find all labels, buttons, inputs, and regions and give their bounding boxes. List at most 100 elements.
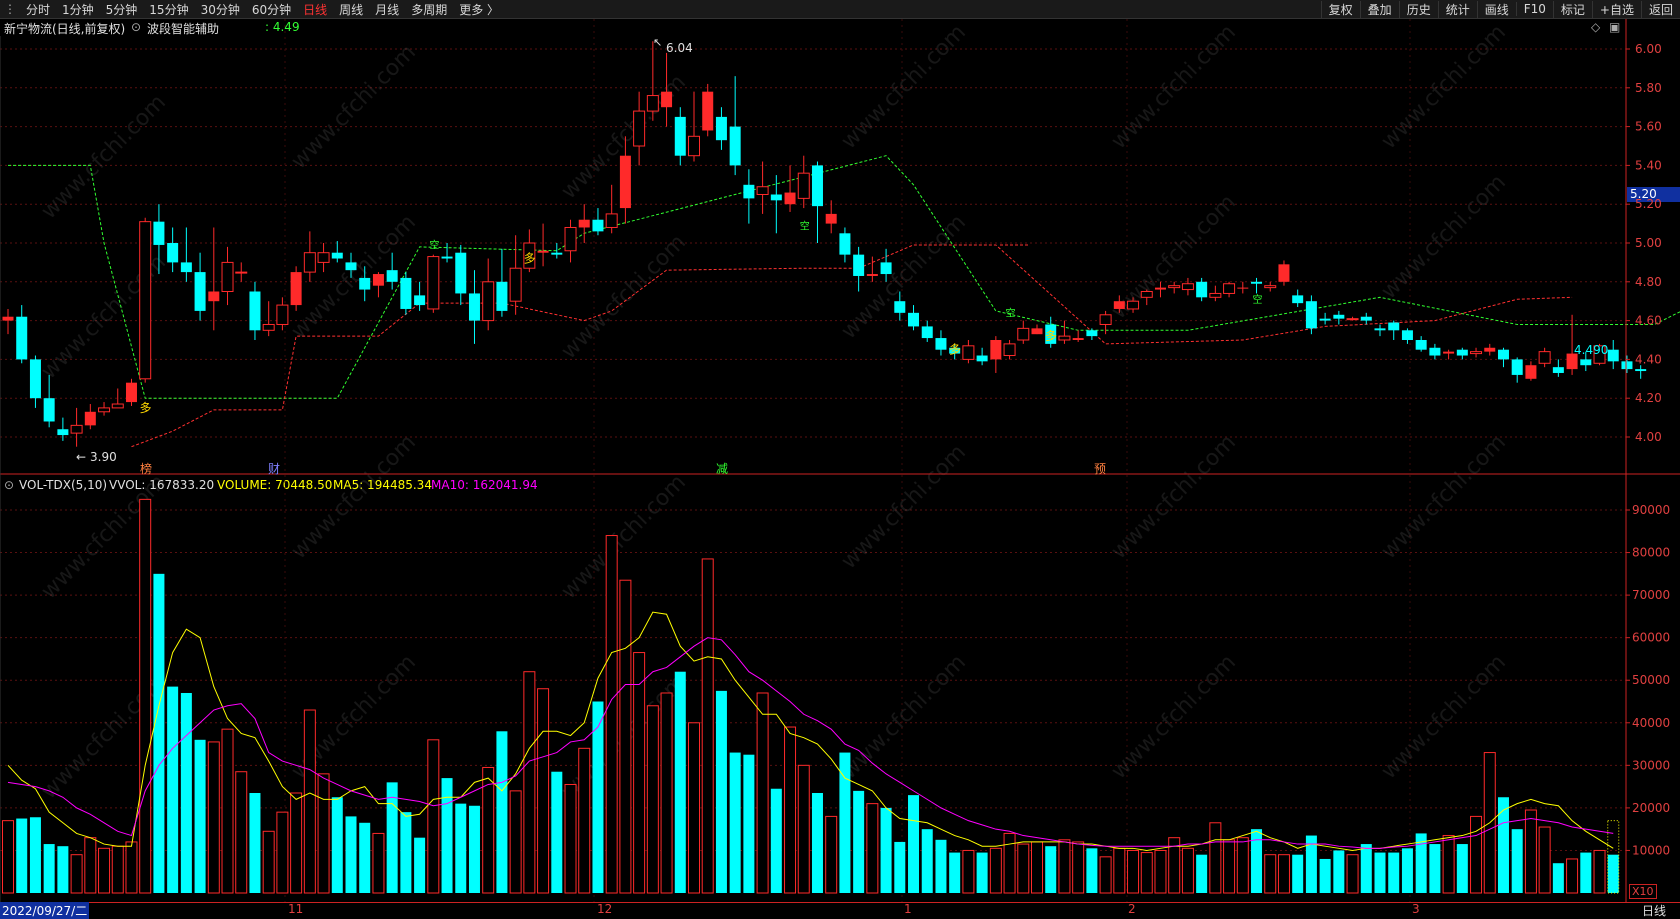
candle-body-down bbox=[976, 355, 988, 362]
volume-bar-down bbox=[1511, 829, 1523, 893]
candle-body-up bbox=[1168, 285, 1181, 289]
volume-bar-down bbox=[194, 739, 206, 893]
candle-body-down bbox=[894, 301, 906, 313]
volume-bar-down bbox=[770, 788, 782, 893]
volume-bar-up bbox=[235, 771, 248, 894]
candle-body-down bbox=[1374, 328, 1386, 331]
candle-body-up bbox=[1031, 328, 1043, 335]
candle-body-down bbox=[1292, 295, 1304, 304]
candle-body-down bbox=[1580, 359, 1592, 366]
volume-bar-up bbox=[962, 849, 975, 894]
candle-body-up bbox=[962, 345, 975, 360]
volume-bar-up bbox=[372, 832, 385, 894]
volume-bar-down bbox=[1045, 846, 1057, 893]
volume-bar-down bbox=[935, 839, 947, 893]
volume-bar-down bbox=[1552, 863, 1564, 893]
candle-body-down bbox=[57, 429, 69, 436]
candlesticks bbox=[2, 41, 1647, 447]
volume-bar-up bbox=[784, 726, 797, 894]
candle-body-down bbox=[1511, 359, 1523, 375]
volume-bar-up bbox=[537, 688, 550, 894]
price-tick-label: 5.40 bbox=[1635, 158, 1662, 172]
volume-bar-down bbox=[1374, 852, 1386, 893]
candle-body-down bbox=[1456, 349, 1468, 356]
price-tick-label: 5.00 bbox=[1635, 236, 1662, 250]
candle-body-down bbox=[551, 252, 563, 255]
volume-bar-down bbox=[29, 817, 41, 893]
candle-body-down bbox=[1552, 367, 1564, 373]
price-tick-label: 5.60 bbox=[1635, 120, 1662, 134]
candle-body-up bbox=[784, 192, 796, 205]
candle-body-down bbox=[441, 256, 453, 259]
volume-bar-up bbox=[2, 820, 14, 894]
candle-body-up bbox=[1264, 285, 1277, 289]
volume-bar-down bbox=[345, 816, 357, 893]
buy-signal-label: 多 bbox=[139, 401, 151, 415]
sell-signal-label: 空 bbox=[800, 219, 810, 232]
buy-signal-label: 多 bbox=[949, 343, 961, 357]
low-price-label: 3.90 bbox=[90, 450, 117, 464]
volume-bar-down bbox=[949, 852, 961, 893]
candle-body-down bbox=[1607, 349, 1619, 362]
watermark-text: www.cfchi.com bbox=[1107, 20, 1241, 154]
watermark-text: www.cfchi.com bbox=[1107, 650, 1241, 784]
candle-body-up bbox=[661, 91, 673, 108]
candle-body-up bbox=[262, 323, 275, 331]
stock-chart[interactable]: www.cfchi.com www.cfchi.com www.cfchi.com w… bbox=[0, 0, 1680, 917]
candle-body-up bbox=[276, 304, 289, 325]
volume-bar-up bbox=[111, 845, 124, 894]
volume-bar-down bbox=[180, 692, 192, 893]
volume-bar-up bbox=[1264, 854, 1277, 894]
volume-bar-up bbox=[660, 692, 673, 894]
volume-bar-down bbox=[43, 844, 55, 893]
volume-bar-up bbox=[825, 815, 838, 894]
candle-body-up bbox=[605, 213, 618, 228]
watermark-text: www.cfchi.com bbox=[1377, 430, 1511, 564]
volume-unit-label: X10 bbox=[1629, 884, 1657, 899]
volume-tick-label: 50000 bbox=[1632, 673, 1670, 687]
volume-bar-up bbox=[605, 535, 618, 894]
candle-body-down bbox=[592, 219, 604, 232]
volume-bar-up bbox=[578, 747, 591, 894]
month-label-nov: 11 bbox=[288, 902, 304, 916]
volume-tick-label: 10000 bbox=[1632, 843, 1670, 857]
candle-body-down bbox=[674, 116, 686, 156]
watermark-text: www.cfchi.com bbox=[287, 40, 421, 174]
volume-bar-up bbox=[756, 692, 769, 894]
candle-body-down bbox=[29, 359, 41, 399]
volume-bar-down bbox=[1401, 848, 1413, 893]
volume-bar-up bbox=[427, 739, 440, 894]
watermarks: www.cfchi.com www.cfchi.com www.cfchi.com w… bbox=[37, 20, 1511, 804]
month-label-dec: 12 bbox=[597, 902, 613, 916]
candle-body-up bbox=[537, 250, 549, 253]
event-marker: 榜 bbox=[140, 461, 152, 476]
volume-bar-down bbox=[249, 792, 261, 893]
volume-bar-up bbox=[1099, 856, 1112, 894]
price-tick-label: 4.60 bbox=[1635, 314, 1662, 328]
volume-tick-label: 90000 bbox=[1632, 503, 1670, 517]
candle-body-down bbox=[414, 295, 426, 306]
watermark-text: www.cfchi.com bbox=[1107, 430, 1241, 564]
candle-body-down bbox=[1621, 361, 1633, 370]
candle-body-up bbox=[1223, 283, 1236, 294]
watermark-text: www.cfchi.com bbox=[287, 210, 421, 344]
volume-bar-down bbox=[921, 829, 933, 893]
candle-body-up bbox=[1470, 351, 1483, 355]
volume-bar-down bbox=[743, 754, 755, 893]
candle-body-up bbox=[1072, 338, 1084, 340]
candle-body-down bbox=[1429, 347, 1441, 356]
volume-bar-down bbox=[1360, 844, 1372, 893]
candle-body-up bbox=[756, 186, 769, 196]
volume-bar-down bbox=[441, 778, 453, 893]
volume-bar-down bbox=[880, 807, 892, 893]
candle-body-down bbox=[1497, 349, 1509, 360]
volume-bar-up bbox=[1524, 809, 1537, 894]
volume-bar-up bbox=[1140, 852, 1153, 894]
candle-body-up bbox=[84, 411, 96, 426]
candle-body-up bbox=[2, 316, 14, 321]
volume-bar-up bbox=[84, 837, 97, 894]
volume-ma-lines bbox=[7, 611, 1614, 851]
candle-body-up bbox=[578, 219, 590, 228]
candle-body-down bbox=[345, 262, 357, 271]
candle-body-up bbox=[619, 155, 631, 209]
